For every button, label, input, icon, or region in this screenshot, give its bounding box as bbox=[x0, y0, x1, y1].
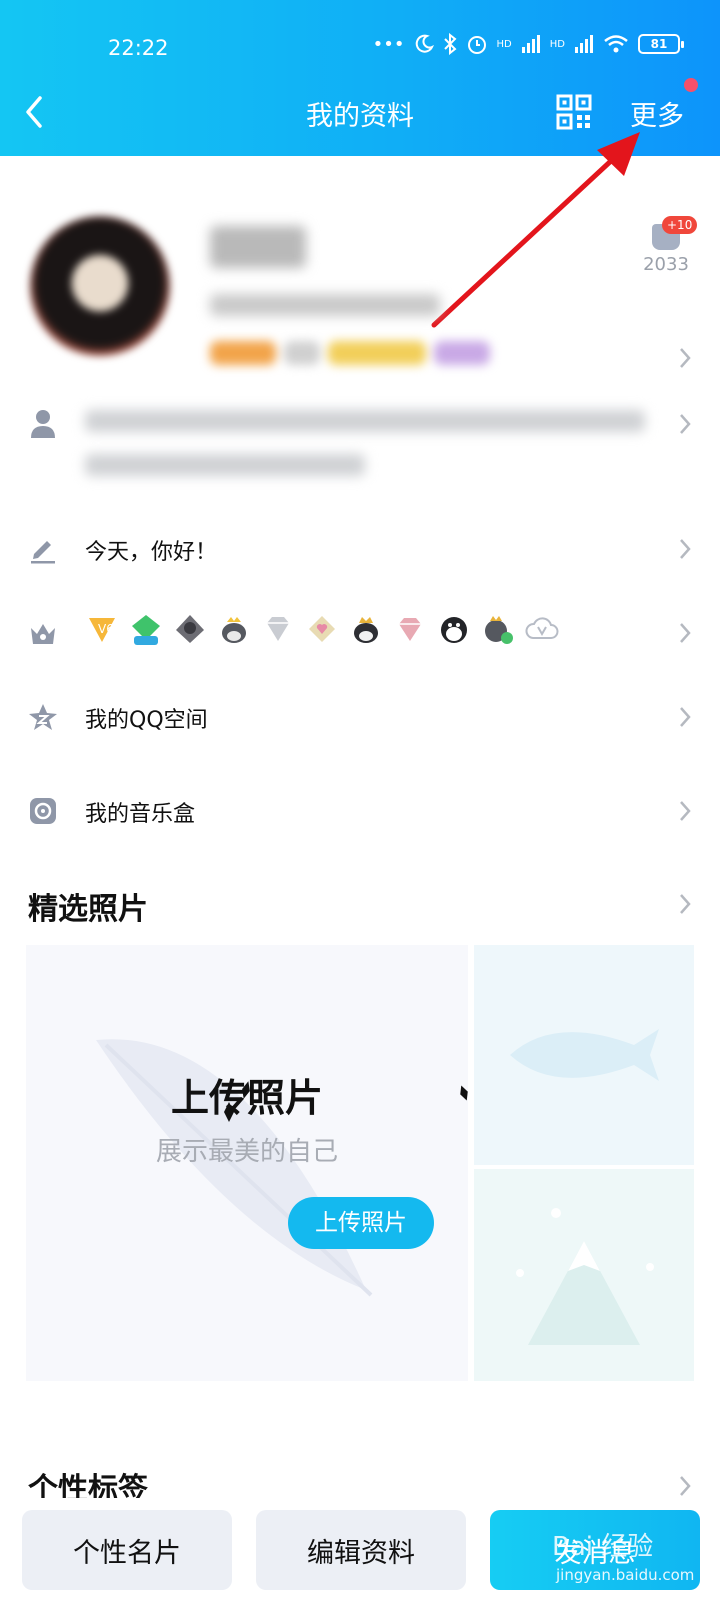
badge-list: V6 bbox=[85, 612, 559, 646]
penguin-green-badge-icon bbox=[485, 616, 513, 644]
crown-icon bbox=[31, 624, 55, 644]
moon-icon bbox=[415, 34, 434, 53]
cloud-v-badge-icon bbox=[525, 617, 559, 639]
signature-text: 今天，你好！ bbox=[85, 540, 218, 565]
nickname-blurred bbox=[210, 226, 306, 268]
chevron-right-icon[interactable] bbox=[678, 1474, 692, 1498]
mountain-illustration-icon bbox=[516, 1208, 654, 1345]
watermark-text: Bai 经验 bbox=[552, 1532, 654, 1562]
chevron-right-icon bbox=[680, 539, 691, 559]
wifi-icon bbox=[604, 35, 628, 53]
qzone-star-icon bbox=[29, 704, 57, 730]
upload-photo-subtitle: 展示最美的自己 bbox=[155, 1137, 338, 1167]
hd-label: HD bbox=[496, 38, 512, 50]
level-badges-blurred bbox=[210, 341, 490, 365]
featured-photos-title: 精选照片 bbox=[28, 892, 148, 927]
penguin-dark-badge-icon bbox=[441, 617, 467, 643]
profile-card[interactable]: +10 2033 bbox=[0, 196, 720, 386]
basic-info-row[interactable] bbox=[0, 396, 720, 496]
fish-illustration-icon bbox=[510, 1029, 659, 1081]
qr-code-icon[interactable] bbox=[556, 94, 592, 130]
info-line-2-blurred bbox=[85, 454, 365, 476]
like-count: 2033 bbox=[643, 254, 689, 275]
music-disc-icon bbox=[30, 798, 56, 824]
lv4-diamond-badge-icon bbox=[132, 615, 160, 645]
qzone-label: 我的QQ空间 bbox=[85, 708, 208, 733]
photo-placeholder-fish[interactable] bbox=[474, 945, 694, 1165]
header-bar: 22:22 ••• HD HD 81 我的资料 更多 bbox=[0, 0, 720, 156]
penguin-crown-badge-icon bbox=[222, 617, 246, 643]
more-button[interactable]: 更多 bbox=[630, 94, 684, 133]
info-line-1-blurred bbox=[85, 410, 645, 432]
page-title: 我的资料 bbox=[306, 101, 414, 132]
avatar[interactable] bbox=[30, 216, 170, 356]
signature-row[interactable]: 今天，你好！ bbox=[0, 504, 720, 594]
chevron-right-icon bbox=[680, 414, 691, 434]
personal-card-button[interactable]: 个性名片 bbox=[22, 1510, 232, 1590]
music-box-row[interactable]: 我的音乐盒 bbox=[0, 766, 720, 856]
chevron-right-icon bbox=[680, 801, 691, 821]
heart-diamond-badge-icon bbox=[309, 616, 335, 642]
upload-photo-panel[interactable]: 上传照片 展示最美的自己 上传照片 bbox=[26, 945, 468, 1381]
svg-text:V6: V6 bbox=[98, 622, 114, 636]
edit-profile-button[interactable]: 编辑资料 bbox=[256, 1510, 466, 1590]
upload-photo-title: 上传照片 bbox=[170, 1076, 323, 1120]
hd-label-2: HD bbox=[549, 38, 565, 50]
battery-icon: 81 bbox=[638, 34, 684, 54]
music-box-label: 我的音乐盒 bbox=[85, 802, 196, 827]
upload-photo-button[interactable]: 上传照片 bbox=[288, 1197, 434, 1249]
watermark-url: jingyan.baidu.com bbox=[556, 1566, 695, 1584]
featured-photos-grid: 上传照片 展示最美的自己 上传照片 bbox=[26, 945, 694, 1381]
chevron-right-icon bbox=[680, 623, 691, 643]
chevron-right-icon bbox=[680, 707, 691, 727]
notification-dot bbox=[684, 78, 698, 92]
vip-v6-badge-icon: V6 bbox=[89, 618, 115, 642]
pencil-icon bbox=[31, 541, 55, 564]
gray-diamond-badge-icon bbox=[267, 617, 289, 641]
status-time: 22:22 bbox=[108, 36, 169, 60]
chevron-right-icon[interactable] bbox=[678, 892, 692, 916]
alarm-icon bbox=[467, 36, 486, 54]
account-info-blurred bbox=[210, 294, 440, 316]
qzone-row[interactable]: 我的QQ空间 bbox=[0, 672, 720, 762]
person-icon bbox=[31, 410, 55, 438]
signal-icon bbox=[521, 35, 540, 53]
penguin-king-badge-icon bbox=[354, 617, 378, 643]
bluetooth-icon bbox=[443, 33, 457, 55]
like-badge: +10 bbox=[662, 216, 698, 234]
status-icons: ••• HD HD 81 bbox=[372, 33, 684, 55]
pink-diamond-badge-icon bbox=[399, 618, 421, 641]
chevron-right-icon bbox=[680, 348, 691, 368]
signal-icon-2 bbox=[575, 35, 593, 53]
photo-placeholder-mountain[interactable] bbox=[474, 1169, 694, 1381]
more-dots-icon: ••• bbox=[372, 33, 405, 55]
penguin-knight-badge-icon bbox=[176, 615, 204, 643]
